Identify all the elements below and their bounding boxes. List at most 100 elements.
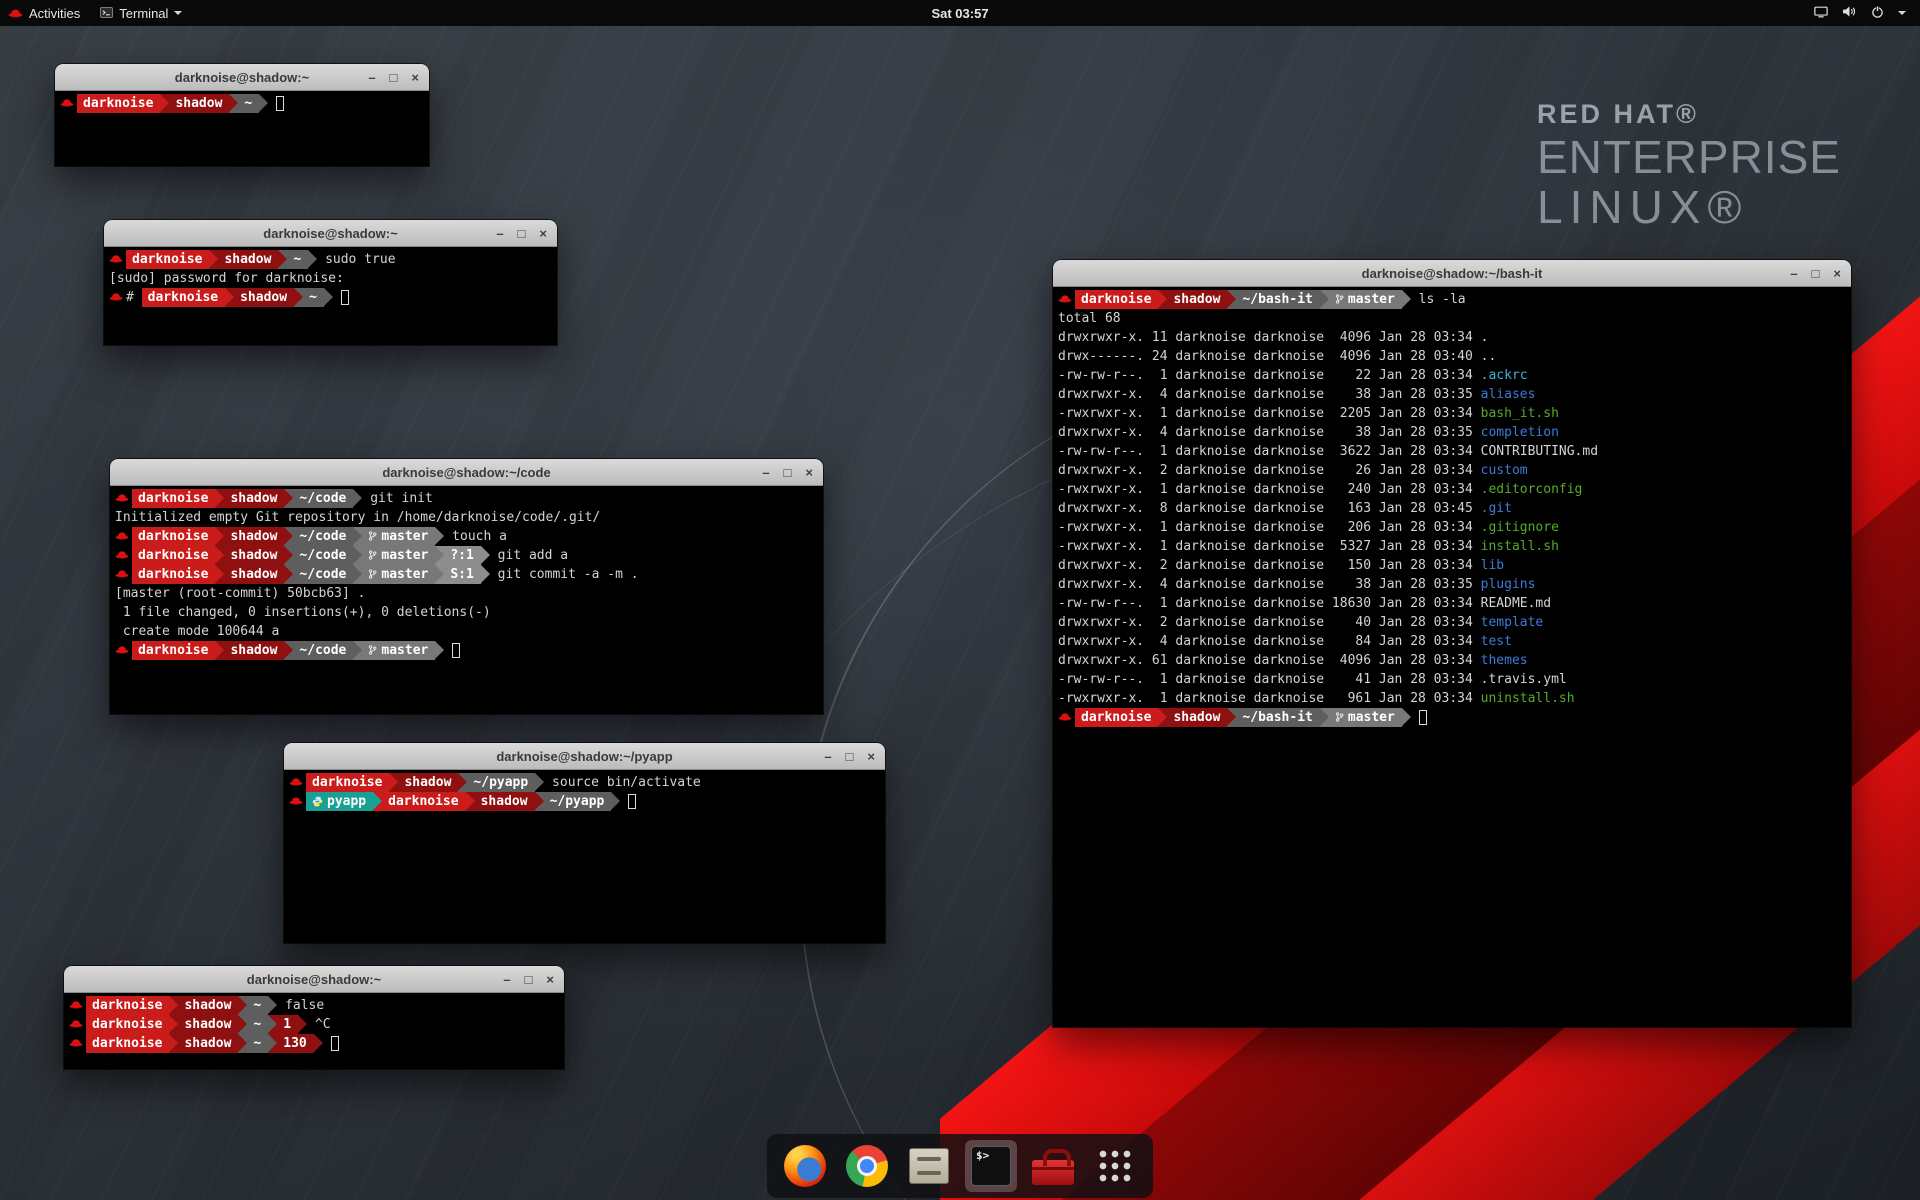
terminal-line: drwxrwxr-x. 8 darknoise darknoise 163 Ja… bbox=[1058, 499, 1846, 518]
redhat-prompt-icon bbox=[115, 527, 132, 546]
dock-toolbox[interactable] bbox=[1027, 1140, 1079, 1192]
minimize-button[interactable]: – bbox=[496, 227, 503, 240]
terminal-text: create mode 100644 a bbox=[115, 624, 279, 639]
minimize-button[interactable]: – bbox=[368, 71, 375, 84]
titlebar[interactable]: darknoise@shadow:~ – □ × bbox=[104, 220, 557, 247]
minimize-button[interactable]: – bbox=[503, 973, 510, 986]
powerline-separator bbox=[215, 641, 224, 660]
powerline-separator bbox=[458, 773, 467, 792]
maximize-button[interactable]: □ bbox=[525, 973, 533, 986]
powerline-separator bbox=[215, 546, 224, 565]
titlebar[interactable]: darknoise@shadow:~/pyapp – □ × bbox=[284, 743, 885, 770]
terminal-content[interactable]: darknoiseshadow~ sudo true[sudo] passwor… bbox=[104, 247, 557, 345]
powerline-separator bbox=[535, 792, 544, 811]
terminal-window-home-2[interactable]: darknoise@shadow:~ – □ × darknoiseshadow… bbox=[64, 966, 564, 1069]
branding-linux: LINUX® bbox=[1537, 183, 1841, 233]
file-manager-icon bbox=[909, 1148, 949, 1184]
terminal-text: drwxrwxr-x. 2 darknoise darknoise 26 Jan… bbox=[1058, 463, 1481, 478]
terminal-content[interactable]: darknoiseshadow~/pyapp source bin/activa… bbox=[284, 770, 885, 943]
terminal-line: -rw-rw-r--. 1 darknoise darknoise 18630 … bbox=[1058, 594, 1846, 613]
prompt-segment: ~/pyapp bbox=[544, 792, 612, 811]
terminal-window-sudo[interactable]: darknoise@shadow:~ – □ × darknoiseshadow… bbox=[104, 220, 557, 345]
window-title: darknoise@shadow:~ bbox=[175, 70, 309, 85]
prompt-segment: master bbox=[362, 641, 435, 660]
powerline-separator bbox=[284, 527, 293, 546]
prompt-segment: darknoise bbox=[142, 288, 225, 307]
titlebar[interactable]: darknoise@shadow:~/code – □ × bbox=[110, 459, 823, 486]
minimize-button[interactable]: – bbox=[824, 750, 831, 763]
terminal-text: aliases bbox=[1481, 387, 1536, 402]
redhat-prompt-icon bbox=[69, 1034, 86, 1053]
terminal-line: -rwxrwxr-x. 1 darknoise darknoise 961 Ja… bbox=[1058, 689, 1846, 708]
powerline-separator bbox=[225, 288, 234, 307]
maximize-button[interactable]: □ bbox=[390, 71, 398, 84]
close-button[interactable]: × bbox=[805, 466, 813, 479]
minimize-button[interactable]: – bbox=[762, 466, 769, 479]
terminal-line: -rwxrwxr-x. 1 darknoise darknoise 2205 J… bbox=[1058, 404, 1846, 423]
powerline-separator bbox=[535, 773, 544, 792]
terminal-content[interactable]: darknoiseshadow~ bbox=[55, 91, 429, 166]
terminal-text: completion bbox=[1481, 425, 1559, 440]
powerline-separator bbox=[1402, 708, 1411, 727]
terminal-text: bash_it.sh bbox=[1481, 406, 1559, 421]
powerline-separator bbox=[481, 565, 490, 584]
app-menu-terminal[interactable]: Terminal bbox=[100, 6, 182, 21]
app-menu-label: Terminal bbox=[119, 6, 168, 21]
toolbox-icon bbox=[1032, 1160, 1074, 1185]
close-button[interactable]: × bbox=[1833, 267, 1841, 280]
titlebar[interactable]: darknoise@shadow:~ – □ × bbox=[64, 966, 564, 993]
terminal-text: -rw-rw-r--. 1 darknoise darknoise 18630 … bbox=[1058, 596, 1481, 611]
terminal-window-code[interactable]: darknoise@shadow:~/code – □ × darknoises… bbox=[110, 459, 823, 714]
terminal-window-home-1[interactable]: darknoise@shadow:~ – □ × darknoiseshadow… bbox=[55, 64, 429, 166]
terminal-line: darknoiseshadow~/bash-itmaster bbox=[1058, 708, 1846, 727]
maximize-button[interactable]: □ bbox=[784, 466, 792, 479]
terminal-window-pyapp[interactable]: darknoise@shadow:~/pyapp – □ × darknoise… bbox=[284, 743, 885, 943]
titlebar[interactable]: darknoise@shadow:~/bash-it – □ × bbox=[1053, 260, 1851, 287]
titlebar[interactable]: darknoise@shadow:~ – □ × bbox=[55, 64, 429, 91]
prompt-segment: darknoise bbox=[132, 641, 215, 660]
terminal-line: darknoiseshadow~130 bbox=[69, 1034, 559, 1053]
dock-terminal[interactable]: $> bbox=[965, 1140, 1017, 1192]
dock-firefox[interactable] bbox=[779, 1140, 831, 1192]
window-title: darknoise@shadow:~/pyapp bbox=[496, 749, 672, 764]
branding-red-hat: RED HAT® bbox=[1537, 100, 1841, 129]
terminal-content[interactable]: darknoiseshadow~/bash-itmaster ls -latot… bbox=[1053, 287, 1851, 1027]
terminal-text: test bbox=[1481, 634, 1512, 649]
minimize-button[interactable]: – bbox=[1790, 267, 1797, 280]
close-button[interactable]: × bbox=[867, 750, 875, 763]
prompt-segment: darknoise bbox=[132, 527, 215, 546]
close-button[interactable]: × bbox=[539, 227, 547, 240]
terminal-text: [master (root-commit) 50bcb63] . bbox=[115, 586, 365, 601]
powerline-separator bbox=[160, 94, 169, 113]
terminal-window-bash-it[interactable]: darknoise@shadow:~/bash-it – □ × darknoi… bbox=[1053, 260, 1851, 1027]
maximize-button[interactable]: □ bbox=[846, 750, 854, 763]
dock-files[interactable] bbox=[903, 1140, 955, 1192]
terminal-line: drwxrwxr-x. 11 darknoise darknoise 4096 … bbox=[1058, 328, 1846, 347]
terminal-app-icon bbox=[100, 6, 113, 21]
terminal-text: source bin/activate bbox=[544, 775, 701, 790]
maximize-button[interactable]: □ bbox=[1812, 267, 1820, 280]
powerline-separator bbox=[229, 94, 238, 113]
dock-chrome[interactable] bbox=[841, 1140, 893, 1192]
chevron-down-icon bbox=[174, 11, 182, 15]
maximize-button[interactable]: □ bbox=[518, 227, 526, 240]
terminal-content[interactable]: darknoiseshadow~ falsedarknoiseshadow~1 … bbox=[64, 993, 564, 1069]
dock-show-apps[interactable] bbox=[1089, 1140, 1141, 1192]
terminal-icon-glyph: $> bbox=[976, 1149, 989, 1162]
terminal-content[interactable]: darknoiseshadow~/code git initInitialize… bbox=[110, 486, 823, 714]
close-button[interactable]: × bbox=[411, 71, 419, 84]
terminal-icon: $> bbox=[971, 1146, 1011, 1186]
terminal-line: [master (root-commit) 50bcb63] . bbox=[115, 584, 818, 603]
terminal-line: total 68 bbox=[1058, 309, 1846, 328]
activities-button[interactable]: Activities bbox=[8, 6, 80, 21]
prompt-segment: shadow bbox=[178, 1015, 238, 1034]
terminal-line: darknoiseshadow~ bbox=[60, 94, 424, 113]
system-status-area[interactable] bbox=[1814, 5, 1920, 22]
prompt-segment: shadow bbox=[178, 996, 238, 1015]
clock[interactable]: Sat 03:57 bbox=[931, 6, 988, 21]
close-button[interactable]: × bbox=[546, 973, 554, 986]
prompt-segment: ~ bbox=[287, 250, 308, 269]
terminal-text: drwx------. 24 darknoise darknoise 4096 … bbox=[1058, 349, 1481, 364]
redhat-prompt-icon bbox=[69, 996, 86, 1015]
terminal-text bbox=[620, 794, 628, 809]
